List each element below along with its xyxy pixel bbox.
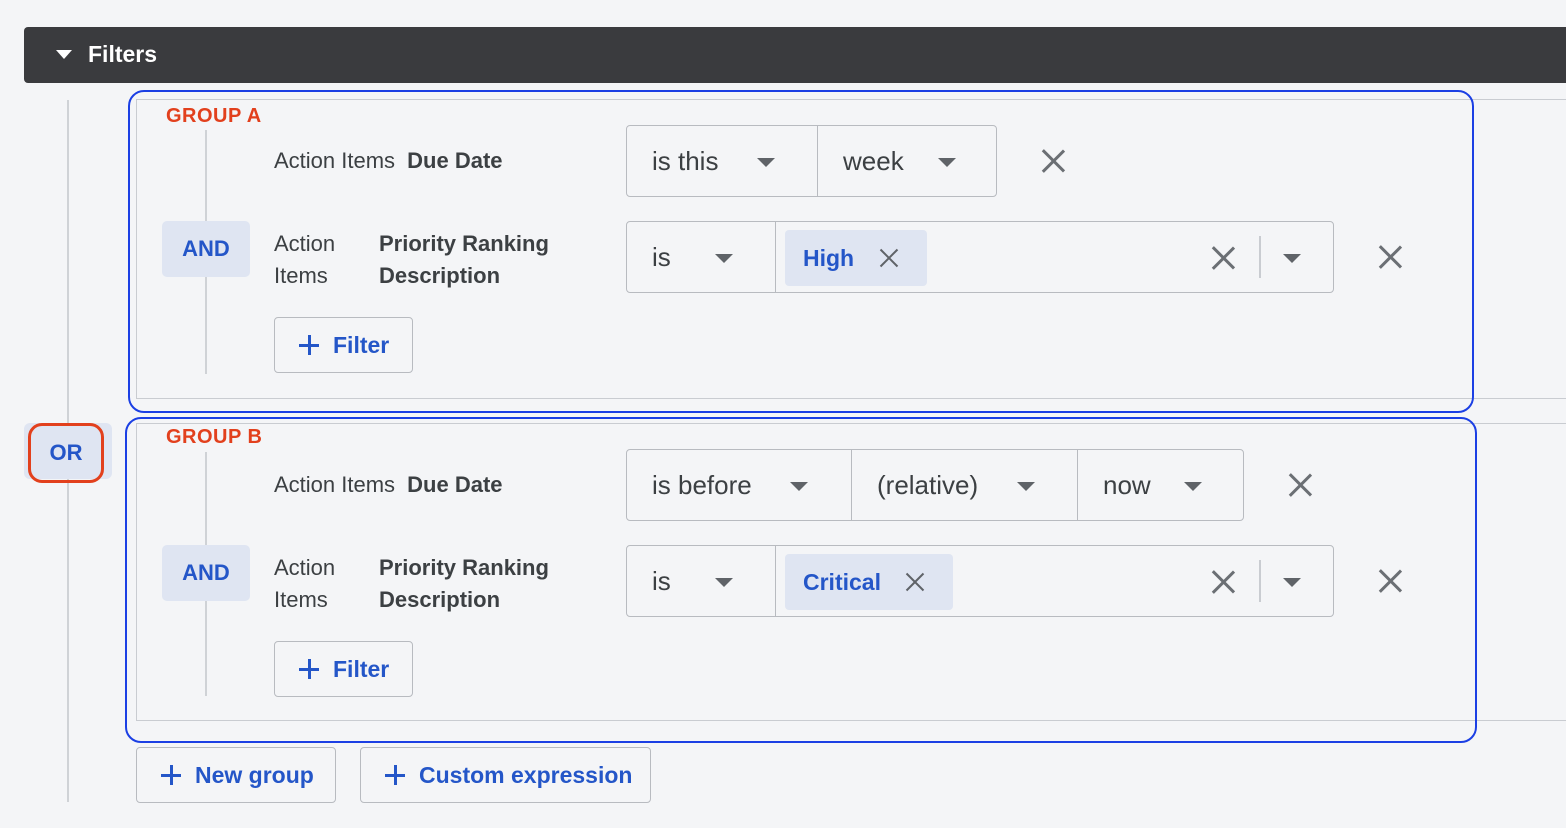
group-a-label: GROUP A — [166, 105, 262, 127]
entity-label: Action Items — [274, 148, 396, 173]
field-label: Priority Ranking Description — [379, 555, 549, 612]
unit-value: week — [843, 145, 904, 176]
operator-value: is — [652, 565, 671, 596]
and-label: AND — [182, 560, 230, 585]
add-filter-button[interactable]: Filter — [274, 641, 413, 697]
field-label: Due Date — [407, 472, 503, 497]
filter-row-b2-condition: is Critical — [626, 545, 1334, 617]
plus-icon — [299, 335, 319, 355]
tag-label: Critical — [803, 569, 881, 595]
remove-filter-icon[interactable] — [1377, 244, 1403, 270]
entity-label: Action Items — [274, 472, 396, 497]
or-label: OR — [49, 440, 83, 465]
separator — [1259, 560, 1261, 602]
operator-value: is this — [652, 145, 719, 176]
chevron-down-icon — [1184, 482, 1202, 491]
new-group-button[interactable]: New group — [136, 747, 336, 803]
plus-icon — [161, 765, 181, 785]
value-tag: High — [785, 230, 927, 286]
mode-select[interactable]: (relative) — [851, 450, 1077, 520]
time-value: now — [1103, 469, 1151, 500]
value-tag: Critical — [785, 554, 953, 610]
and-chip[interactable]: AND — [162, 545, 250, 601]
filters-header[interactable]: Filters — [24, 27, 1566, 83]
separator — [1259, 236, 1261, 278]
filter-row-b1-field: Action Items Due Date — [274, 472, 503, 498]
caret-down-icon[interactable] — [56, 50, 72, 59]
remove-tag-icon[interactable] — [905, 572, 925, 592]
custom-expression-label: Custom expression — [419, 761, 633, 788]
add-filter-label: Filter — [333, 655, 390, 682]
chevron-down-icon[interactable] — [1283, 578, 1301, 587]
field-label: Due Date — [407, 148, 503, 173]
entity-label: Action Items — [274, 231, 336, 288]
add-filter-button[interactable]: Filter — [274, 317, 413, 373]
filter-row-a1-condition: is this week — [626, 125, 997, 197]
field-label: Priority Ranking Description — [379, 231, 549, 288]
plus-icon — [385, 765, 405, 785]
filters-title: Filters — [88, 41, 158, 67]
operator-select[interactable]: is — [627, 222, 775, 292]
remove-tag-icon[interactable] — [879, 248, 899, 268]
add-filter-label: Filter — [333, 331, 390, 358]
tag-label: High — [803, 245, 855, 271]
remove-filter-icon[interactable] — [1287, 472, 1313, 498]
chevron-down-icon — [1017, 482, 1035, 491]
chevron-down-icon — [715, 578, 733, 587]
filter-row-b1-condition: is before (relative) now — [626, 449, 1244, 521]
plus-icon — [299, 659, 319, 679]
group-b-label: GROUP B — [166, 426, 263, 448]
or-toggle[interactable]: OR — [28, 423, 104, 483]
filter-row-a2-condition: is High — [626, 221, 1334, 293]
value-multiselect[interactable]: High — [775, 222, 1333, 292]
chevron-down-icon[interactable] — [1283, 254, 1301, 263]
value-select[interactable]: now — [1077, 450, 1243, 520]
new-group-label: New group — [195, 761, 314, 788]
chevron-down-icon — [790, 482, 808, 491]
remove-filter-icon[interactable] — [1377, 568, 1403, 594]
and-label: AND — [182, 236, 230, 261]
operator-select[interactable]: is — [627, 546, 775, 616]
value-multiselect[interactable]: Critical — [775, 546, 1333, 616]
entity-label: Action Items — [274, 555, 336, 612]
custom-expression-button[interactable]: Custom expression — [360, 747, 651, 803]
chevron-down-icon — [715, 254, 733, 263]
operator-select[interactable]: is this — [627, 126, 817, 196]
operator-value: is before — [652, 469, 752, 500]
clear-icon[interactable] — [1210, 245, 1236, 271]
unit-select[interactable]: week — [817, 126, 996, 196]
and-chip[interactable]: AND — [162, 221, 250, 277]
filter-row-a1-field: Action Items Due Date — [274, 148, 503, 174]
chevron-down-icon — [757, 158, 775, 167]
clear-icon[interactable] — [1210, 569, 1236, 595]
operator-select[interactable]: is before — [627, 450, 851, 520]
mode-value: (relative) — [877, 469, 979, 500]
remove-filter-icon[interactable] — [1040, 148, 1066, 174]
chevron-down-icon — [938, 158, 956, 167]
operator-value: is — [652, 241, 671, 272]
